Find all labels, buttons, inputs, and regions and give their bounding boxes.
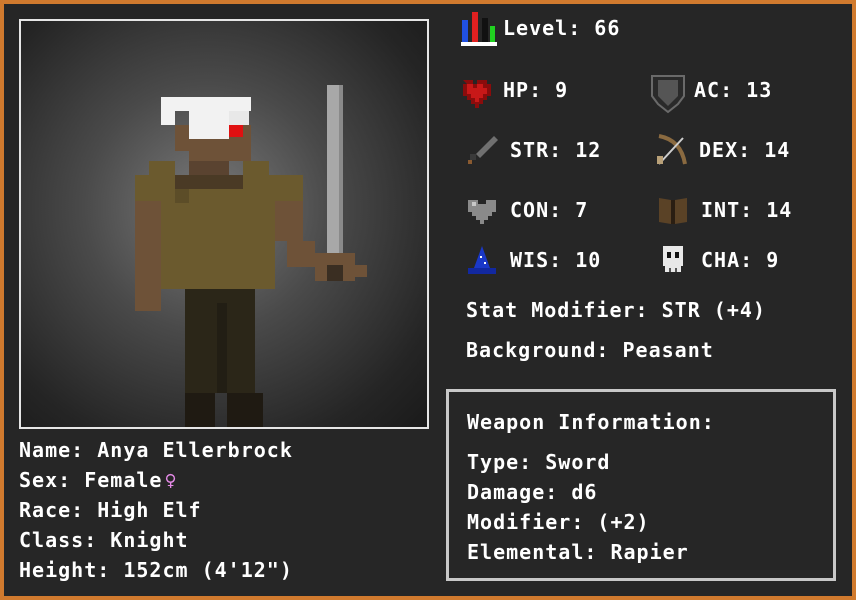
- wizard-hat-icon: [466, 244, 498, 276]
- wis-label: WIS: 10: [510, 248, 602, 272]
- sex-line: Sex: Female ♀: [19, 468, 178, 492]
- ac-label: AC: 13: [694, 78, 773, 102]
- str-label: STR: 12: [510, 138, 602, 162]
- hp-stat: HP: 9: [459, 74, 569, 108]
- ac-stat: AC: 13: [650, 74, 773, 114]
- background-line: Background: Peasant: [466, 338, 714, 362]
- sword-icon: [466, 134, 498, 166]
- name-line: Name: Anya Ellerbrock: [19, 438, 293, 462]
- book-icon: [657, 194, 689, 226]
- height-line: Height: 152cm (4'12"): [19, 558, 293, 582]
- int-label: INT: 14: [701, 198, 793, 222]
- shield-icon: [650, 74, 685, 114]
- level-bars-icon: [459, 12, 497, 46]
- wis-stat: WIS: 10: [466, 244, 601, 276]
- grey-heart-icon: [466, 194, 498, 226]
- sex-label: Sex: Female: [19, 468, 163, 492]
- character-sprite: [135, 85, 367, 427]
- dex-label: DEX: 14: [699, 138, 791, 162]
- weapon-elemental: Elemental: Rapier: [467, 540, 689, 564]
- class-line: Class: Knight: [19, 528, 189, 552]
- level-stat: Level: 66: [459, 12, 621, 46]
- level-label: Level: 66: [503, 16, 621, 40]
- heart-icon: [459, 74, 491, 108]
- str-stat: STR: 12: [466, 134, 601, 166]
- bow-icon: [655, 134, 687, 166]
- weapon-info-header: Weapon Information:: [467, 410, 715, 434]
- weapon-damage: Damage: d6: [467, 480, 598, 504]
- con-stat: CON: 7: [466, 194, 588, 226]
- weapon-type: Type: Sword: [467, 450, 611, 474]
- cha-label: CHA: 9: [701, 248, 780, 272]
- cha-stat: CHA: 9: [657, 244, 779, 276]
- female-icon: ♀: [164, 468, 178, 492]
- hp-label: HP: 9: [503, 78, 569, 102]
- stat-modifier: Stat Modifier: STR (+4): [466, 298, 766, 322]
- con-label: CON: 7: [510, 198, 589, 222]
- int-stat: INT: 14: [657, 194, 792, 226]
- skull-icon: [657, 244, 689, 276]
- character-portrait: [19, 19, 429, 429]
- weapon-modifier: Modifier: (+2): [467, 510, 650, 534]
- weapon-info-panel: Weapon Information: Type: Sword Damage: …: [446, 389, 836, 581]
- dex-stat: DEX: 14: [655, 134, 790, 166]
- character-sheet: Name: Anya Ellerbrock Sex: Female ♀ Race:…: [4, 4, 852, 596]
- race-line: Race: High Elf: [19, 498, 202, 522]
